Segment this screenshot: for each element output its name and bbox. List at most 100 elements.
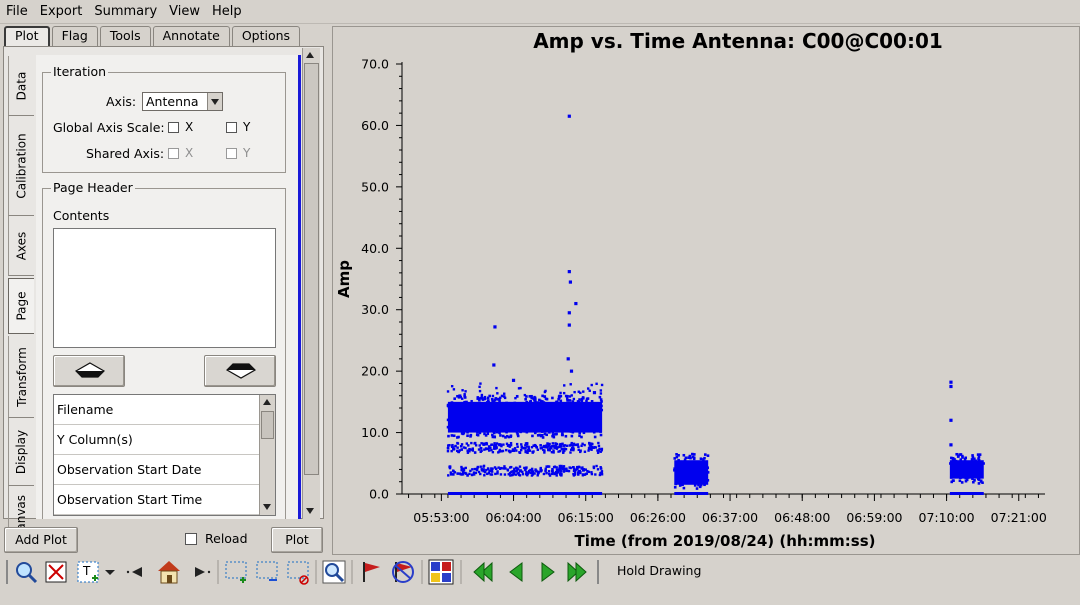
list-scrollbar[interactable] xyxy=(259,395,275,515)
data-point xyxy=(687,473,690,477)
axis-combobox[interactable]: Antenna xyxy=(142,92,223,111)
chevron-down-icon[interactable] xyxy=(207,93,222,110)
locate-icon[interactable] xyxy=(322,560,346,584)
tab-options[interactable]: Options xyxy=(231,26,301,46)
data-point xyxy=(458,428,462,432)
chevron-down-icon[interactable] xyxy=(105,570,115,575)
data-point xyxy=(479,382,482,385)
side-tab-axes[interactable]: Axes xyxy=(8,216,34,276)
data-point xyxy=(470,399,473,403)
top-tabs: Plot Flag Tools Annotate Options xyxy=(4,26,302,46)
scroll-down-icon[interactable] xyxy=(304,505,317,518)
data-point xyxy=(560,408,564,412)
menu-help[interactable]: Help xyxy=(208,4,250,19)
global-scale-y-checkbox[interactable] xyxy=(226,122,237,133)
data-point xyxy=(504,436,507,439)
data-point xyxy=(539,417,542,420)
previous-icon[interactable] xyxy=(126,567,142,577)
side-tab-display[interactable]: Display xyxy=(8,418,34,486)
data-point xyxy=(494,403,497,407)
data-point xyxy=(483,474,486,477)
list-item[interactable]: Filename xyxy=(54,395,259,425)
global-scale-x-checkbox[interactable] xyxy=(168,122,179,133)
data-point xyxy=(476,397,479,400)
unflag-icon[interactable] xyxy=(392,561,414,583)
menu-summary[interactable]: Summary xyxy=(90,4,165,19)
contents-textarea[interactable] xyxy=(53,228,276,348)
tab-annotate[interactable]: Annotate xyxy=(152,26,230,46)
scroll-up-icon[interactable] xyxy=(304,49,317,62)
next-iteration-icon[interactable] xyxy=(541,562,555,582)
list-scrollbar-thumb[interactable] xyxy=(261,411,274,439)
panel-scrollbar-thumb[interactable] xyxy=(304,63,319,475)
scan-baseline xyxy=(949,492,984,495)
flag-extension-icon[interactable] xyxy=(428,559,454,585)
data-point xyxy=(535,414,538,417)
data-point xyxy=(703,481,706,484)
plot-chart[interactable]: Amp vs. Time Antenna: C00@C00:01 0.0 10.0 2… xyxy=(333,27,1079,554)
data-point xyxy=(536,401,539,404)
list-item[interactable]: Observation Start Time xyxy=(54,485,259,515)
tab-tools[interactable]: Tools xyxy=(99,26,151,46)
scroll-up-icon[interactable] xyxy=(261,396,274,409)
side-tab-data[interactable]: Data xyxy=(8,56,34,116)
select-subtract-icon[interactable] xyxy=(256,561,278,581)
side-tab-transform[interactable]: Transform xyxy=(8,336,34,418)
data-point xyxy=(507,449,511,453)
outlier-point xyxy=(574,301,578,306)
home-icon[interactable] xyxy=(158,561,180,584)
zoom-icon[interactable] xyxy=(16,562,38,584)
plot-button[interactable]: Plot xyxy=(271,527,323,553)
data-point xyxy=(599,389,603,392)
move-item-up-button[interactable] xyxy=(53,355,125,387)
last-iteration-icon[interactable] xyxy=(567,561,587,583)
data-point xyxy=(495,418,499,422)
shared-axis-x-checkbox[interactable] xyxy=(168,148,179,159)
data-point xyxy=(455,418,458,421)
x-tick-label: 06:26:00 xyxy=(630,510,686,525)
data-point xyxy=(536,470,540,474)
menu-export[interactable]: Export xyxy=(36,4,91,19)
data-point xyxy=(537,414,541,417)
data-point xyxy=(593,435,597,439)
data-point xyxy=(469,469,472,473)
list-item[interactable]: Y Column(s) xyxy=(54,425,259,455)
data-point xyxy=(979,479,983,483)
reload-checkbox[interactable] xyxy=(185,533,197,545)
previous-iteration-icon[interactable] xyxy=(509,562,523,582)
tab-flag[interactable]: Flag xyxy=(51,26,98,46)
data-point xyxy=(958,479,962,483)
next-icon[interactable] xyxy=(195,567,211,577)
data-point xyxy=(503,465,506,468)
data-point xyxy=(494,421,497,424)
header-items-list[interactable]: Filename Y Column(s) Observation Start D… xyxy=(53,394,276,516)
add-plot-button[interactable]: Add Plot xyxy=(4,527,78,553)
data-point xyxy=(506,469,510,472)
select-add-icon[interactable] xyxy=(225,561,247,583)
data-point xyxy=(595,406,599,410)
scroll-down-icon[interactable] xyxy=(261,501,274,514)
data-point xyxy=(453,403,456,406)
select-clear-icon[interactable] xyxy=(287,561,309,585)
list-item[interactable]: Observation Start Date xyxy=(54,455,259,485)
side-tab-calibration[interactable]: Calibration xyxy=(8,116,34,216)
first-iteration-icon[interactable] xyxy=(473,561,493,583)
data-point xyxy=(540,430,544,433)
data-point xyxy=(539,409,543,413)
tab-plot[interactable]: Plot xyxy=(4,26,50,46)
annotate-text-icon[interactable]: T xyxy=(77,561,99,583)
data-point xyxy=(975,468,979,472)
menu-file[interactable]: File xyxy=(2,4,36,19)
full-extent-icon[interactable] xyxy=(45,561,67,583)
data-point xyxy=(572,397,576,401)
data-point xyxy=(505,401,508,405)
panel-scrollbar[interactable] xyxy=(302,48,320,519)
side-tab-page[interactable]: Page xyxy=(8,278,34,334)
flag-icon[interactable] xyxy=(363,562,380,582)
menu-view[interactable]: View xyxy=(165,4,208,19)
data-point xyxy=(972,471,976,475)
data-point xyxy=(521,470,524,474)
data-point xyxy=(592,403,595,407)
move-item-down-button[interactable] xyxy=(204,355,276,387)
shared-axis-y-checkbox[interactable] xyxy=(226,148,237,159)
